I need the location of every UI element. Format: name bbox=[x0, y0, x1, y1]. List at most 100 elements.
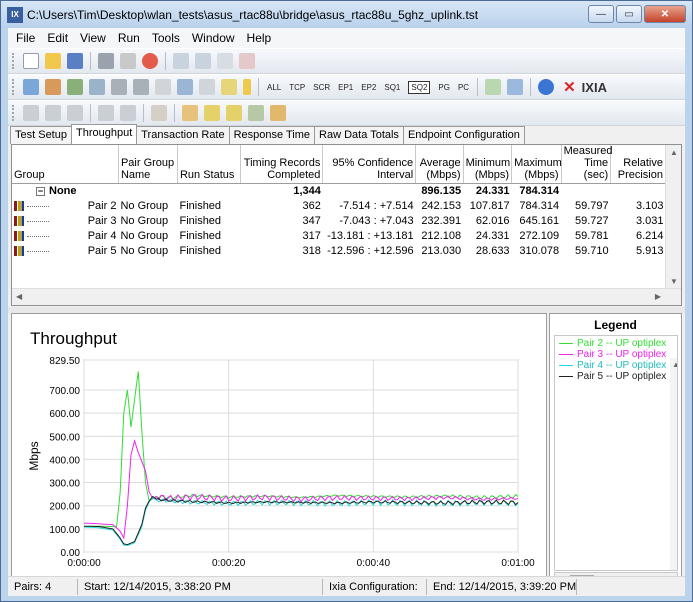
minimize-button[interactable]: — bbox=[588, 5, 614, 23]
tab-test-setup[interactable]: Test Setup bbox=[10, 126, 72, 144]
copy-icon[interactable] bbox=[173, 53, 189, 69]
delete-icon[interactable] bbox=[239, 53, 255, 69]
endpoint-icon[interactable] bbox=[111, 79, 127, 95]
paste-icon[interactable] bbox=[217, 53, 233, 69]
save-results-icon[interactable] bbox=[507, 79, 524, 95]
menu-view[interactable]: View bbox=[74, 31, 112, 45]
menu-help[interactable]: Help bbox=[241, 31, 278, 45]
legend-swatch bbox=[559, 376, 573, 377]
y-tick-label: 100.00 bbox=[49, 525, 80, 536]
cell-records: 347 bbox=[302, 215, 321, 227]
tab-throughput[interactable]: Throughput bbox=[70, 124, 138, 144]
grid-horizontal-scrollbar[interactable]: ◀ ▶ bbox=[12, 288, 681, 305]
table-row[interactable]: Pair 3 No Group Finished 347 -7.043 : +7… bbox=[12, 214, 666, 229]
table-row-summary[interactable]: − None 1,344 896.135 24.331 784.314 bbox=[12, 184, 666, 199]
protocol-filter-sq1[interactable]: SQ1 bbox=[384, 83, 400, 92]
scroll-up-icon[interactable]: ▲ bbox=[670, 148, 678, 157]
col-header-pair-group-name[interactable]: Pair Group Name bbox=[118, 145, 178, 184]
tab-response-time[interactable]: Response Time bbox=[228, 126, 316, 144]
protocol-filter-tcp[interactable]: TCP bbox=[289, 83, 305, 92]
sparkle-icon[interactable] bbox=[226, 105, 242, 121]
multicast-icon[interactable] bbox=[45, 79, 61, 95]
stop-icon[interactable] bbox=[142, 53, 158, 69]
legend-vertical-scrollbar[interactable]: ▲ ▼ bbox=[670, 358, 677, 570]
tab-raw-data-totals[interactable]: Raw Data Totals bbox=[314, 126, 404, 144]
run-icon[interactable] bbox=[195, 53, 211, 69]
toolbar-grip[interactable] bbox=[12, 79, 15, 95]
hand-icon[interactable] bbox=[182, 105, 198, 121]
scroll-down-icon[interactable]: ▼ bbox=[670, 277, 678, 286]
menu-edit[interactable]: Edit bbox=[41, 31, 74, 45]
info-icon[interactable] bbox=[221, 79, 237, 95]
new-file-icon[interactable] bbox=[23, 53, 39, 69]
notes-icon[interactable] bbox=[155, 79, 171, 95]
y-tick-label: 200.00 bbox=[49, 502, 80, 513]
report-icon[interactable] bbox=[199, 79, 215, 95]
col-header-minimum[interactable]: Minimum (Mbps) bbox=[463, 145, 513, 184]
menu-tools[interactable]: Tools bbox=[146, 31, 186, 45]
wand-icon[interactable] bbox=[204, 105, 220, 121]
sort-icon[interactable] bbox=[243, 79, 251, 95]
filter-groups-icon[interactable] bbox=[67, 105, 83, 121]
title-bar[interactable]: IX C:\Users\Tim\Desktop\wlan_tests\asus_… bbox=[1, 1, 692, 28]
collapse-icon[interactable]: − bbox=[36, 186, 45, 196]
col-header-timing-records[interactable]: Timing Records Completed bbox=[240, 145, 324, 184]
col-header-relative-precision[interactable]: Relative Precision bbox=[610, 145, 666, 184]
edit-pair-icon[interactable] bbox=[67, 79, 83, 95]
protocol-filter-all[interactable]: ALL bbox=[267, 83, 281, 92]
legend-item-pair-2[interactable]: Pair 2 -- UP optiplex bbox=[559, 338, 677, 349]
col-header-confidence-interval[interactable]: 95% Confidence Interval bbox=[322, 145, 417, 184]
col-header-group[interactable]: Group bbox=[12, 145, 119, 184]
chart-icon[interactable] bbox=[177, 79, 193, 95]
maximize-button[interactable]: ▭ bbox=[616, 5, 642, 23]
col-header-maximum[interactable]: Maximum (Mbps) bbox=[511, 145, 562, 184]
legend-item-pair-3[interactable]: Pair 3 -- UP optiplex bbox=[559, 349, 677, 360]
grid-vertical-scrollbar[interactable]: ▲ ▼ bbox=[665, 145, 681, 289]
toolbar-grip[interactable] bbox=[12, 53, 15, 69]
open-folder-icon[interactable] bbox=[45, 53, 61, 69]
protocol-filter-pg[interactable]: PG bbox=[438, 83, 450, 92]
export-icon[interactable] bbox=[485, 79, 502, 95]
protocol-filter-ep2[interactable]: EP2 bbox=[361, 83, 376, 92]
legend-item-pair-5[interactable]: Pair 5 -- UP optiplex bbox=[559, 371, 677, 382]
pair-icon[interactable] bbox=[23, 79, 39, 95]
col-header-measured-time[interactable]: Measured Time (sec) bbox=[561, 145, 613, 184]
protocol-filter-scr[interactable]: SCR bbox=[313, 83, 330, 92]
cell-records: 362 bbox=[302, 200, 321, 212]
protocol-filter-ep1[interactable]: EP1 bbox=[338, 83, 353, 92]
image-icon[interactable] bbox=[151, 105, 167, 121]
legend-item-pair-4[interactable]: Pair 4 -- UP optiplex bbox=[559, 360, 677, 371]
save-icon[interactable] bbox=[67, 53, 83, 69]
menu-run[interactable]: Run bbox=[112, 31, 146, 45]
protocol-filter-pc[interactable]: PC bbox=[458, 83, 469, 92]
pair-icon bbox=[14, 246, 24, 257]
palette-icon[interactable] bbox=[270, 105, 286, 121]
table-row[interactable]: Pair 5 No Group Finished 318 -12.596 : +… bbox=[12, 244, 666, 259]
filter-icon[interactable] bbox=[23, 105, 39, 121]
print-icon[interactable] bbox=[98, 53, 114, 69]
scroll-up-icon[interactable]: ▲ bbox=[672, 360, 677, 369]
col-header-run-status[interactable]: Run Status bbox=[177, 145, 242, 184]
protocol-filter-sq2[interactable]: SQ2 bbox=[408, 80, 431, 94]
tab-transaction-rate[interactable]: Transaction Rate bbox=[136, 126, 230, 144]
tab-endpoint-configuration[interactable]: Endpoint Configuration bbox=[402, 126, 525, 144]
table-row[interactable]: Pair 2 No Group Finished 362 -7.514 : +7… bbox=[12, 199, 666, 214]
filter-pairs-icon[interactable] bbox=[45, 105, 61, 121]
menu-window[interactable]: Window bbox=[186, 31, 241, 45]
script-icon[interactable] bbox=[133, 79, 149, 95]
grid-icon[interactable] bbox=[98, 105, 114, 121]
cell-minimum: 107.817 bbox=[469, 200, 510, 212]
scroll-left-icon[interactable]: ◀ bbox=[16, 292, 22, 301]
close-button[interactable]: ✕ bbox=[644, 5, 686, 23]
wrench-icon[interactable] bbox=[120, 53, 136, 69]
col-header-average[interactable]: Average (Mbps) bbox=[415, 145, 464, 184]
toolbar-protocols: ALL TCP SCR EP1 EP2 SQ1 SQ2 PG PC ✕ IXIA bbox=[8, 74, 685, 100]
toolbar-grip[interactable] bbox=[12, 105, 15, 121]
tools-icon[interactable] bbox=[248, 105, 264, 121]
table-row[interactable]: Pair 4 No Group Finished 317 -13.181 : +… bbox=[12, 229, 666, 244]
scroll-right-icon[interactable]: ▶ bbox=[655, 292, 661, 301]
menu-file[interactable]: File bbox=[10, 31, 41, 45]
network-view-icon[interactable] bbox=[120, 105, 136, 121]
help-icon[interactable] bbox=[538, 79, 555, 95]
network-icon[interactable] bbox=[89, 79, 105, 95]
